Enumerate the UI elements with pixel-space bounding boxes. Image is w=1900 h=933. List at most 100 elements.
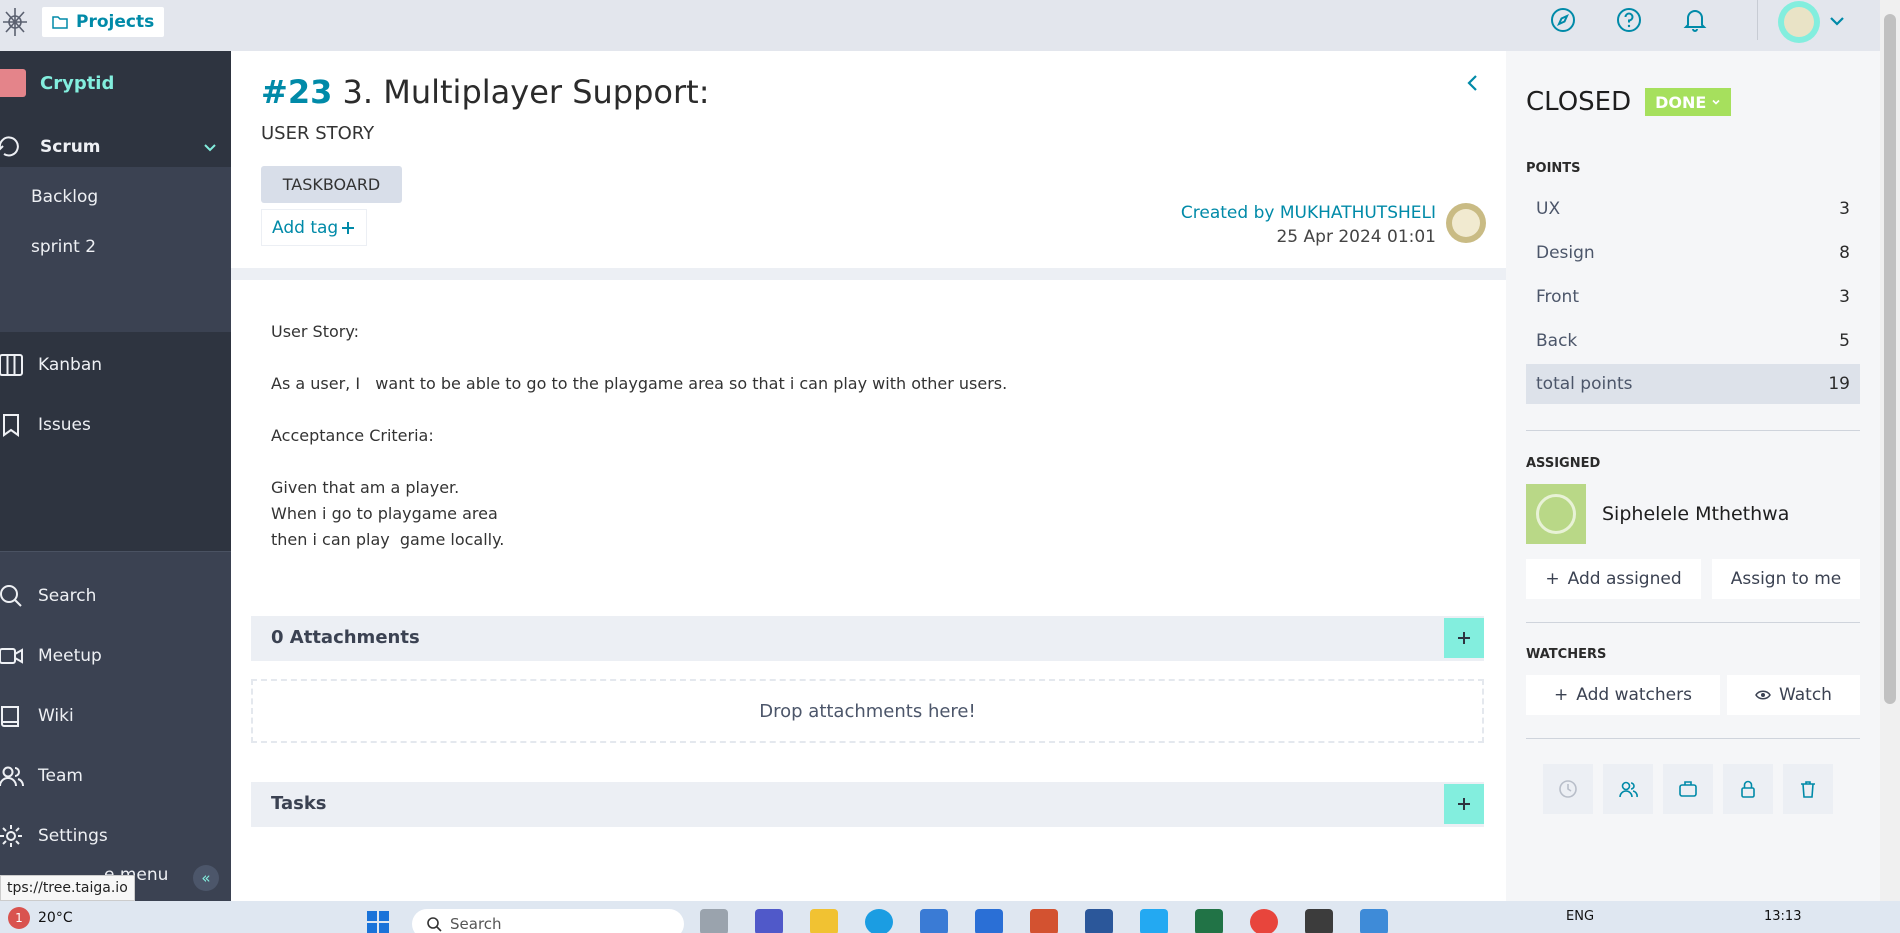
add-watchers-label: Add watchers	[1576, 685, 1692, 705]
taiga-logo-icon[interactable]	[0, 4, 30, 40]
project-logo	[0, 69, 26, 97]
taskbar-search[interactable]: Search	[412, 909, 684, 933]
sidebar-item-kanban[interactable]: Kanban	[0, 345, 231, 385]
powerpoint-icon[interactable]	[1030, 909, 1058, 933]
sidebar-item-backlog[interactable]: Backlog	[31, 187, 98, 207]
user-story-detail: #23 3. Multiplayer Support: USER STORY T…	[231, 51, 1506, 901]
outlook-icon[interactable]	[975, 909, 1003, 933]
notification-badge: 1	[8, 907, 30, 929]
sidebar-item-label: Wiki	[38, 706, 74, 726]
total-points-value: 19	[1828, 374, 1850, 394]
taskboard-button[interactable]: TASKBOARD	[261, 166, 402, 203]
store-icon[interactable]	[920, 909, 948, 933]
points-label: POINTS	[1526, 161, 1581, 176]
clock-button[interactable]	[1543, 764, 1593, 814]
project-name: Cryptid	[40, 72, 115, 94]
divider	[1526, 622, 1860, 623]
sidebar-item-label: Team	[38, 766, 83, 786]
sidebar-item-search[interactable]: Search	[0, 576, 231, 616]
vscode-icon[interactable]	[1140, 909, 1168, 933]
chevron-down-icon[interactable]	[202, 139, 218, 155]
help-icon[interactable]	[1615, 6, 1643, 34]
clock-time[interactable]: 13:13	[1764, 909, 1801, 924]
language-indicator[interactable]: ENG	[1566, 909, 1594, 924]
points-row-design[interactable]: Design 8	[1526, 233, 1860, 273]
attachments-dropzone[interactable]: Drop attachments here!	[251, 679, 1484, 743]
add-assigned-button[interactable]: + Add assigned	[1526, 559, 1701, 599]
projects-button[interactable]: Projects	[42, 7, 165, 37]
add-watchers-button[interactable]: + Add watchers	[1526, 675, 1720, 715]
page-scrollbar[interactable]	[1880, 0, 1900, 901]
scrum-submenu: Backlog sprint 2	[0, 167, 231, 332]
task-view-icon[interactable]	[700, 909, 728, 933]
sidebar-item-settings[interactable]: Settings	[0, 816, 231, 856]
word-icon[interactable]	[1085, 909, 1113, 933]
tasks-header: Tasks	[251, 782, 1484, 827]
story-title[interactable]: 3. Multiplayer Support:	[343, 73, 710, 111]
file-explorer-icon[interactable]	[810, 909, 838, 933]
video-icon	[0, 648, 23, 664]
team-icon	[0, 766, 24, 787]
plus-icon: +	[1554, 685, 1569, 705]
divider	[1526, 738, 1860, 739]
projects-label: Projects	[76, 12, 155, 32]
points-row-front[interactable]: Front 3	[1526, 277, 1860, 317]
page-title: #23 3. Multiplayer Support:	[261, 73, 709, 111]
story-type: USER STORY	[261, 123, 375, 144]
divider	[1526, 430, 1860, 431]
created-by[interactable]: Created by MUKHATHUTSHELI	[1181, 203, 1436, 223]
sidebar-item-meetup[interactable]: Meetup	[0, 636, 231, 676]
assign-to-me-button[interactable]: Assign to me	[1712, 559, 1860, 599]
attachments-title: 0 Attachments	[271, 627, 420, 648]
team-requirement-button[interactable]	[1603, 764, 1653, 814]
chrome-icon[interactable]	[1250, 909, 1278, 933]
chevron-down-icon	[1712, 99, 1720, 105]
chevron-down-icon[interactable]	[1826, 10, 1848, 32]
trash-icon	[1801, 781, 1815, 798]
story-description[interactable]: User Story: As a user, I want to be able…	[271, 319, 1007, 553]
windows-start-icon[interactable]	[364, 909, 392, 933]
chevron-left-icon[interactable]	[1463, 71, 1483, 95]
sidebar-divider	[0, 551, 231, 552]
compass-icon[interactable]	[1549, 6, 1577, 34]
plus-icon	[1458, 798, 1470, 810]
weather-widget[interactable]: 1 20°C	[8, 907, 73, 929]
block-button[interactable]	[1723, 764, 1773, 814]
points-value: 3	[1839, 287, 1850, 307]
sidebar: Cryptid Scrum Backlog sprint 2 Kanban Is…	[0, 51, 231, 901]
add-task-button[interactable]	[1444, 784, 1484, 824]
user-avatar[interactable]	[1778, 1, 1820, 43]
watch-label: Watch	[1779, 685, 1832, 705]
sidebar-item-scrum[interactable]: Scrum	[0, 127, 231, 167]
edge-icon[interactable]	[865, 909, 893, 933]
teams-icon[interactable]	[755, 909, 783, 933]
delete-button[interactable]	[1783, 764, 1833, 814]
assignee[interactable]: Siphelele Mthethwa	[1526, 484, 1789, 544]
bell-icon[interactable]	[1681, 6, 1709, 34]
add-tag-button[interactable]: Add tag	[261, 209, 367, 246]
status-badge-label: DONE	[1655, 92, 1707, 112]
plus-icon: +	[1545, 569, 1560, 589]
points-row-back[interactable]: Back 5	[1526, 321, 1860, 361]
assignee-avatar	[1526, 484, 1586, 544]
double-chevron-left-icon[interactable]: «	[193, 865, 219, 891]
sidebar-item-issues[interactable]: Issues	[0, 405, 231, 445]
points-role: Back	[1536, 331, 1578, 351]
watch-button[interactable]: Watch	[1727, 675, 1860, 715]
terminal-icon[interactable]	[1305, 909, 1333, 933]
sidebar-item-sprint-2[interactable]: sprint 2	[31, 237, 96, 257]
gear-icon	[0, 825, 22, 847]
excel-icon[interactable]	[1195, 909, 1223, 933]
add-attachment-button[interactable]	[1444, 618, 1484, 658]
notepad-icon[interactable]	[1360, 909, 1388, 933]
taskbar-search-label: Search	[450, 915, 502, 933]
scrollbar-thumb[interactable]	[1884, 14, 1896, 704]
status-dropdown[interactable]: DONE	[1645, 88, 1732, 116]
client-requirement-button[interactable]	[1663, 764, 1713, 814]
points-row-ux[interactable]: UX 3	[1526, 189, 1860, 229]
project-switcher[interactable]: Cryptid	[0, 69, 114, 97]
sidebar-item-label: Kanban	[38, 355, 103, 375]
sidebar-item-team[interactable]: Team	[0, 756, 231, 796]
sidebar-item-wiki[interactable]: Wiki	[0, 696, 231, 736]
creator-avatar[interactable]	[1446, 203, 1486, 243]
